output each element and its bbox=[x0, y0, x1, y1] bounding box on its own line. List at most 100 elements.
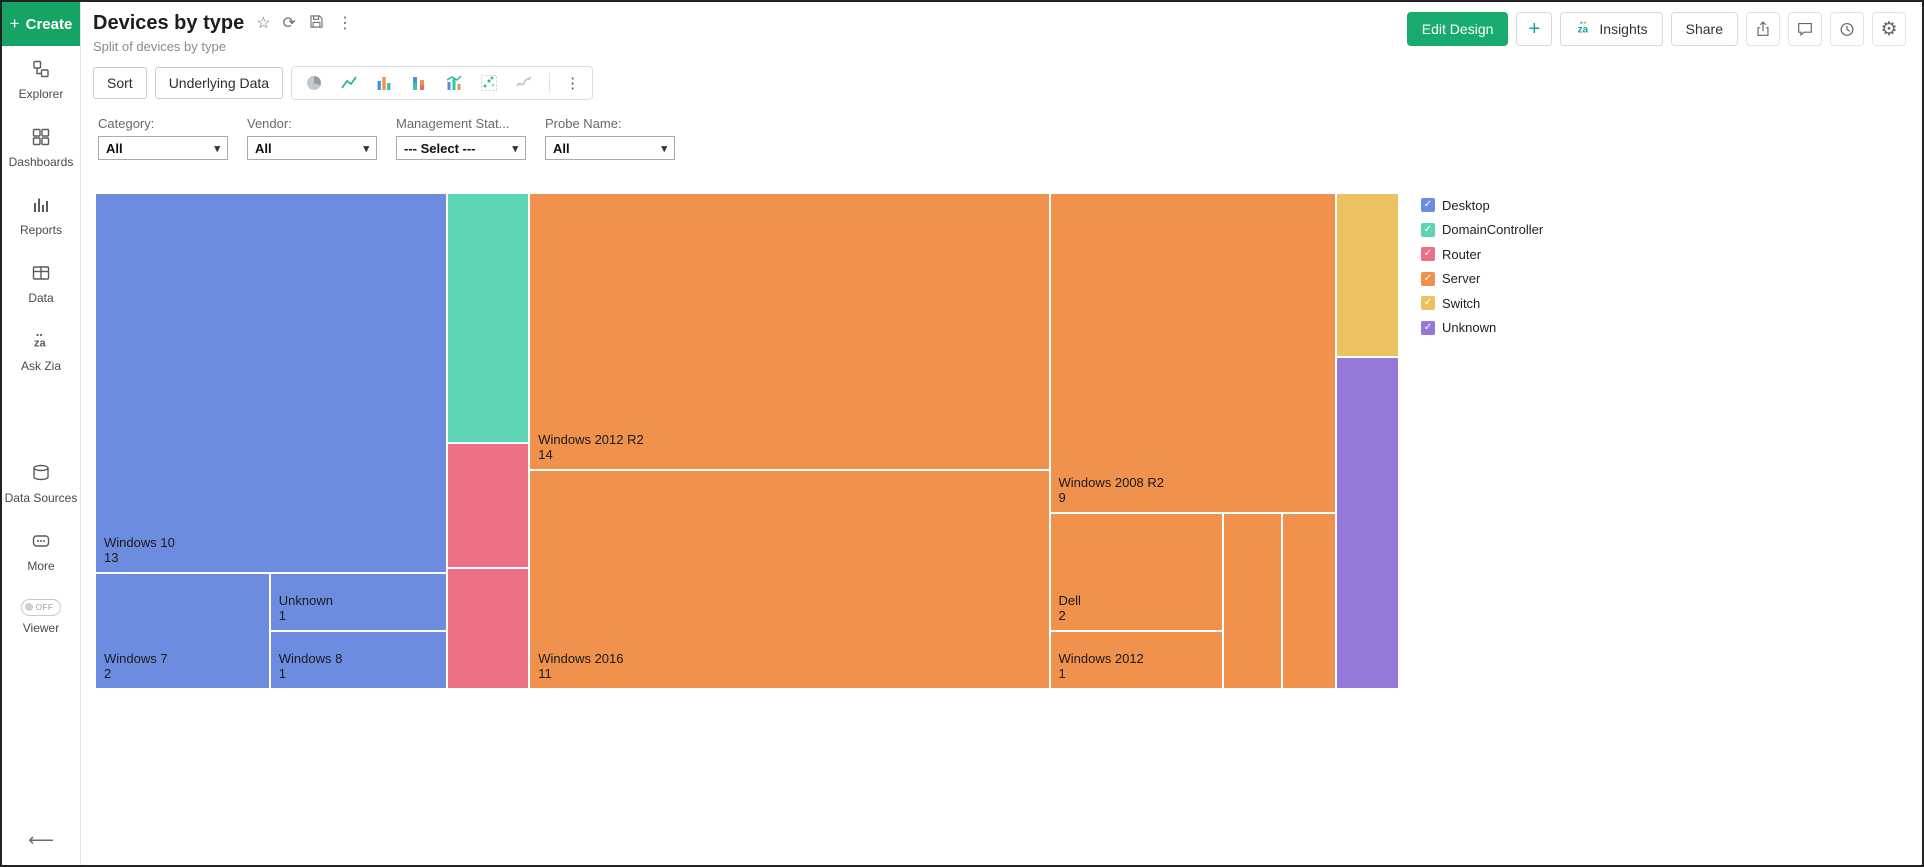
treemap-cell[interactable] bbox=[1336, 357, 1399, 689]
legend-label: Server bbox=[1442, 271, 1481, 287]
create-label: Create bbox=[25, 15, 73, 33]
viewer-toggle[interactable]: OFF bbox=[20, 599, 62, 616]
chart-region: Windows 10 13 Windows 7 2 Unknown 1 Windows 81… bbox=[81, 193, 1922, 689]
map-chart-icon[interactable] bbox=[514, 73, 534, 93]
add-button[interactable]: + bbox=[1516, 12, 1553, 46]
treemap-cell[interactable] bbox=[1336, 193, 1399, 358]
title-kebab-icon[interactable]: ⋮ bbox=[337, 15, 353, 32]
sidebar-item-dashboards[interactable]: Dashboards bbox=[2, 114, 80, 182]
explorer-icon bbox=[31, 59, 51, 82]
treemap-cell[interactable]: Windows 2016 11 bbox=[529, 469, 1050, 689]
cell-value: 9 bbox=[1058, 490, 1066, 506]
treemap-cell[interactable]: Windows 2012 R2 14 bbox=[529, 193, 1050, 470]
cell-value: 13 bbox=[104, 550, 119, 566]
create-button[interactable]: + Create bbox=[2, 2, 80, 46]
legend-item[interactable]: ✓ DomainController bbox=[1421, 218, 1543, 243]
selected-value: All bbox=[255, 140, 272, 156]
legend-item[interactable]: ✓ Router bbox=[1421, 242, 1543, 267]
cell-label: Windows 2008 R2 bbox=[1058, 474, 1165, 490]
treemap-cell[interactable]: Dell 2 bbox=[1049, 512, 1223, 631]
sidebar-item-label: Viewer bbox=[22, 621, 60, 635]
main-area: Devices by type ☆ ⟳ ⋮ Split of devices b… bbox=[81, 2, 1922, 865]
filter-label: Probe Name: bbox=[545, 116, 622, 131]
treemap-cell[interactable]: Windows 81 bbox=[269, 630, 448, 689]
vendor-filter-select[interactable]: All ▾ bbox=[247, 136, 377, 160]
settings-gear-icon[interactable]: ⚙ bbox=[1872, 12, 1906, 46]
sidebar-item-explorer[interactable]: Explorer bbox=[2, 46, 80, 114]
chevron-down-icon: ▾ bbox=[661, 142, 667, 155]
legend-item[interactable]: ✓ Switch bbox=[1421, 291, 1543, 316]
sidebar-item-more[interactable]: More bbox=[2, 518, 80, 586]
treemap: Windows 10 13 Windows 7 2 Unknown 1 Windows 81… bbox=[95, 193, 1399, 689]
treemap-cell[interactable]: Windows 2008 R2 9 bbox=[1049, 193, 1337, 513]
legend-label: Switch bbox=[1442, 295, 1481, 311]
stacked-bar-chart-icon[interactable] bbox=[409, 73, 429, 93]
header: Devices by type ☆ ⟳ ⋮ Split of devices b… bbox=[81, 2, 1922, 54]
sidebar-item-viewer[interactable]: OFF Viewer bbox=[2, 586, 80, 648]
sidebar-item-data[interactable]: Data bbox=[2, 250, 80, 318]
legend-checkbox[interactable]: ✓ bbox=[1421, 198, 1435, 213]
data-table-icon bbox=[31, 263, 51, 286]
cell-label: Windows 2012 bbox=[1058, 650, 1144, 666]
edit-design-button[interactable]: Edit Design bbox=[1406, 12, 1509, 46]
treemap-cell[interactable] bbox=[1222, 512, 1282, 689]
legend-checkbox[interactable]: ✓ bbox=[1421, 222, 1435, 237]
management-status-filter-select[interactable]: --- Select --- ▾ bbox=[396, 136, 526, 160]
chart-toolbar: Sort Underlying Data ⋮ bbox=[81, 54, 1922, 100]
bar-chart-icon[interactable] bbox=[374, 73, 394, 93]
export-icon[interactable] bbox=[1746, 12, 1780, 46]
sort-button[interactable]: Sort bbox=[93, 67, 147, 99]
legend-item[interactable]: ✓ Unknown bbox=[1421, 316, 1543, 341]
sidebar-item-ask-zia[interactable]: za Ask Zia bbox=[2, 318, 80, 386]
insights-button[interactable]: za Insights bbox=[1560, 12, 1663, 46]
selected-value: All bbox=[106, 140, 123, 156]
legend-checkbox[interactable]: ✓ bbox=[1421, 296, 1435, 311]
sidebar-item-data-sources[interactable]: Data Sources bbox=[2, 450, 80, 518]
treemap-cell[interactable]: Windows 2012 1 bbox=[1049, 630, 1223, 689]
filter-label: Management Stat... bbox=[396, 116, 510, 131]
treemap-cell[interactable]: Windows 10 13 bbox=[95, 193, 448, 573]
svg-text:za: za bbox=[1578, 24, 1589, 35]
pie-chart-icon[interactable] bbox=[304, 73, 324, 93]
treemap-cell[interactable] bbox=[447, 442, 530, 568]
legend-item[interactable]: ✓ Server bbox=[1421, 267, 1543, 292]
sidebar-item-reports[interactable]: Reports bbox=[2, 182, 80, 250]
reports-icon bbox=[31, 195, 51, 218]
zia-icon: za bbox=[1575, 20, 1593, 39]
cell-value: 2 bbox=[104, 666, 112, 682]
history-icon[interactable] bbox=[1830, 12, 1864, 46]
chevron-down-icon: ▾ bbox=[214, 142, 220, 155]
legend-checkbox[interactable]: ✓ bbox=[1421, 247, 1435, 262]
treemap-cell[interactable]: Windows 72 bbox=[95, 572, 270, 689]
filter-vendor: Vendor: All ▾ bbox=[247, 116, 377, 160]
scatter-chart-icon[interactable] bbox=[479, 73, 499, 93]
save-icon[interactable] bbox=[308, 13, 325, 34]
share-button[interactable]: Share bbox=[1670, 12, 1738, 46]
treemap-cell[interactable]: Unknown 1 bbox=[269, 572, 448, 631]
legend-label: DomainController bbox=[1442, 222, 1544, 238]
sidebar-item-label: Data bbox=[28, 291, 54, 305]
category-filter-select[interactable]: All ▾ bbox=[98, 136, 228, 160]
cell-label: Windows 7 bbox=[104, 650, 168, 666]
filters-bar: Category: All ▾ Vendor: All ▾ Management… bbox=[81, 100, 1922, 160]
comment-icon[interactable] bbox=[1788, 12, 1822, 46]
more-chart-types-icon[interactable]: ⋮ bbox=[565, 74, 580, 92]
favorite-star-icon[interactable]: ☆ bbox=[256, 15, 270, 32]
filter-category: Category: All ▾ bbox=[98, 116, 228, 160]
refresh-icon[interactable]: ⟳ bbox=[283, 15, 296, 32]
treemap-cell[interactable] bbox=[1281, 512, 1337, 689]
legend-checkbox[interactable]: ✓ bbox=[1421, 271, 1435, 286]
treemap-cell[interactable] bbox=[447, 193, 530, 443]
more-icon bbox=[31, 531, 51, 554]
treemap-cell[interactable] bbox=[447, 567, 530, 689]
collapse-sidebar-icon[interactable]: ⟵ bbox=[28, 830, 54, 851]
sidebar-item-label: More bbox=[27, 559, 55, 573]
probe-name-filter-select[interactable]: All ▾ bbox=[545, 136, 675, 160]
combo-chart-icon[interactable] bbox=[444, 73, 464, 93]
sidebar-item-label: Dashboards bbox=[8, 155, 74, 169]
legend-checkbox[interactable]: ✓ bbox=[1421, 320, 1435, 335]
cell-label: Windows 10 bbox=[104, 534, 175, 550]
line-chart-icon[interactable] bbox=[339, 73, 359, 93]
legend-item[interactable]: ✓ Desktop bbox=[1421, 193, 1543, 218]
underlying-data-button[interactable]: Underlying Data bbox=[154, 67, 284, 99]
